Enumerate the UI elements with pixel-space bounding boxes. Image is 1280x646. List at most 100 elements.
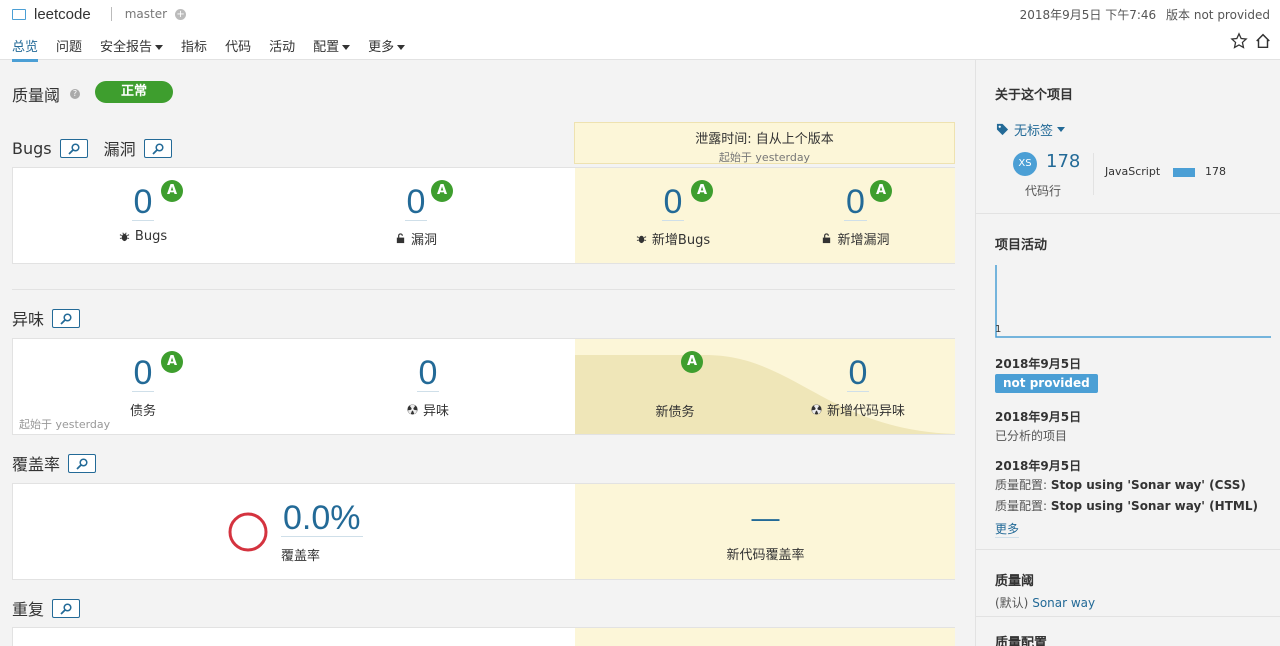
quality-profiles-title: 质量配置 bbox=[995, 636, 1048, 646]
duplications-panel bbox=[12, 627, 955, 646]
radiation-icon bbox=[811, 404, 822, 415]
language-bar bbox=[1173, 168, 1195, 177]
section-divider bbox=[12, 289, 955, 290]
tab-overview[interactable]: 总览 bbox=[12, 36, 39, 62]
quality-gate-default: (默认) Sonar way bbox=[995, 594, 1095, 611]
lock-icon bbox=[823, 233, 831, 244]
version-badge: not provided bbox=[995, 374, 1098, 393]
project-sidebar: 关于这个项目 无标签 XS 178 代码行 JavaScript 178 项目活… bbox=[975, 60, 1280, 646]
tab-issues[interactable]: 问题 bbox=[56, 36, 82, 61]
vulnerabilities-rating-badge[interactable]: A bbox=[431, 180, 453, 202]
tab-security-reports[interactable]: 安全报告 bbox=[100, 36, 164, 61]
code-smells-value[interactable]: 0 bbox=[416, 355, 440, 392]
main-nav: 总览 问题 安全报告 指标 代码 活动 配置 更多 bbox=[12, 36, 423, 62]
new-debt-metric[interactable]: 新债务 bbox=[645, 401, 705, 420]
new-code-smells-metric[interactable]: 0 新增代码异味 bbox=[803, 355, 913, 419]
tab-code[interactable]: 代码 bbox=[225, 36, 251, 61]
divider bbox=[976, 213, 1280, 214]
leak-area bbox=[575, 628, 955, 646]
coverage-donut-icon bbox=[228, 512, 268, 552]
overview-main: 质量阈 ? 正常 泄露时间: 自从上个版本 起始于 yesterday Bugs… bbox=[0, 60, 975, 646]
code-smells-heading: 异味 bbox=[12, 306, 81, 330]
bugs-rating-badge[interactable]: A bbox=[161, 180, 183, 202]
activity-text: 已分析的项目 bbox=[995, 429, 1068, 443]
tags-label: 无标签 bbox=[1014, 124, 1054, 139]
help-icon[interactable]: ? bbox=[70, 89, 81, 99]
divider bbox=[976, 549, 1280, 550]
project-breadcrumb: leetcode master + bbox=[12, 4, 187, 24]
activity-date: 2018年9月5日 bbox=[995, 410, 1082, 424]
leak-period-since: 起始于 yesterday bbox=[718, 151, 811, 164]
duplications-history-button[interactable] bbox=[52, 598, 81, 618]
activity-chart[interactable] bbox=[995, 263, 1271, 339]
project-name[interactable]: leetcode bbox=[34, 6, 91, 23]
bugs-vulnerabilities-heading: Bugs 漏洞 bbox=[12, 136, 172, 160]
tab-activity[interactable]: 活动 bbox=[269, 36, 295, 61]
activity-date: 2018年9月5日 bbox=[995, 459, 1082, 473]
vulnerabilities-title: 漏洞 bbox=[103, 140, 136, 159]
coverage-value[interactable]: 0.0% bbox=[281, 500, 363, 537]
link-icon bbox=[67, 142, 80, 155]
event-text: Stop using 'Sonar way' (CSS) bbox=[1050, 478, 1246, 492]
divider bbox=[1093, 153, 1094, 195]
vulnerabilities-history-button[interactable] bbox=[143, 138, 172, 158]
about-title: 关于这个项目 bbox=[995, 88, 1074, 103]
new-bugs-value[interactable]: 0 bbox=[661, 184, 685, 221]
activity-title: 项目活动 bbox=[995, 238, 1048, 253]
link-icon bbox=[76, 457, 88, 470]
tab-label: 问题 bbox=[56, 40, 83, 55]
bugs-value[interactable]: 0 bbox=[131, 184, 155, 221]
branch-name: master bbox=[124, 7, 168, 21]
link-icon bbox=[60, 312, 72, 325]
new-coverage-label: 新代码覆盖率 bbox=[726, 548, 805, 563]
quality-gate-status-badge: 正常 bbox=[95, 81, 173, 103]
tab-measures[interactable]: 指标 bbox=[181, 36, 207, 61]
debt-rating-badge[interactable]: A bbox=[161, 351, 183, 373]
add-branch-icon[interactable]: + bbox=[175, 8, 187, 20]
bug-icon bbox=[119, 232, 130, 242]
code-smells-metric[interactable]: 0 异味 bbox=[393, 355, 463, 419]
activity-more-link[interactable]: 更多 bbox=[995, 520, 1020, 538]
new-code-smells-value[interactable]: 0 bbox=[846, 355, 870, 392]
debt-value[interactable]: 0 bbox=[131, 355, 155, 392]
code-smells-history-button[interactable] bbox=[52, 308, 81, 328]
new-bugs-rating-badge[interactable]: A bbox=[691, 180, 713, 202]
chevron-down-icon bbox=[397, 45, 406, 50]
star-icon[interactable] bbox=[1230, 32, 1248, 50]
new-coverage-value[interactable]: — bbox=[750, 500, 782, 536]
tab-label: 配置 bbox=[313, 40, 340, 55]
new-vulnerabilities-rating-badge[interactable]: A bbox=[870, 180, 892, 202]
top-bar: leetcode master + 2018年9月5日 下午7:46 版本 no… bbox=[0, 0, 1280, 62]
vulnerabilities-value[interactable]: 0 bbox=[404, 184, 428, 221]
lines-of-code-value[interactable]: 178 bbox=[1046, 151, 1080, 172]
new-debt-rating-badge[interactable]: A bbox=[681, 351, 703, 373]
branch-selector[interactable]: master bbox=[110, 7, 168, 21]
tab-label: 指标 bbox=[181, 40, 208, 55]
tab-label: 安全报告 bbox=[100, 40, 153, 55]
bugs-history-button[interactable] bbox=[59, 138, 88, 158]
tags-selector[interactable]: 无标签 bbox=[996, 120, 1066, 139]
coverage-history-button[interactable] bbox=[68, 453, 97, 473]
new-coverage-metric[interactable]: — 新代码覆盖率 bbox=[713, 500, 818, 563]
version-label: 版本 not provided bbox=[1166, 8, 1270, 22]
new-bugs-label: 新增Bugs bbox=[651, 233, 711, 248]
leak-period-header: 泄露时间: 自从上个版本 起始于 yesterday bbox=[574, 122, 955, 164]
code-smells-panel: 0 债务 A 0 异味 A 新债务 0 新增代码异味 起始于 yesterday bbox=[12, 338, 955, 435]
home-icon[interactable] bbox=[1254, 32, 1272, 50]
tag-icon bbox=[996, 123, 1009, 136]
activity-date: 2018年9月5日 bbox=[995, 357, 1082, 371]
bugs-panel: 0 Bugs A 0 漏洞 A 0 新增Bugs A 0 新增漏洞 A bbox=[12, 167, 955, 264]
quality-gate-link[interactable]: Sonar way bbox=[1032, 596, 1095, 610]
new-vulnerabilities-value[interactable]: 0 bbox=[844, 184, 867, 221]
vulnerabilities-label: 漏洞 bbox=[410, 233, 437, 248]
coverage-metric[interactable]: 0.0% 覆盖率 bbox=[281, 500, 363, 564]
tab-administration[interactable]: 配置 bbox=[313, 36, 351, 61]
lines-of-code-label: 代码行 bbox=[1025, 184, 1062, 198]
lock-icon bbox=[396, 233, 405, 244]
header-actions bbox=[1230, 32, 1272, 50]
link-icon bbox=[151, 142, 164, 155]
analysis-meta: 2018年9月5日 下午7:46 版本 not provided bbox=[1020, 6, 1270, 23]
divider bbox=[976, 616, 1280, 617]
bugs-title: Bugs bbox=[12, 138, 52, 158]
tab-more[interactable]: 更多 bbox=[368, 36, 406, 61]
